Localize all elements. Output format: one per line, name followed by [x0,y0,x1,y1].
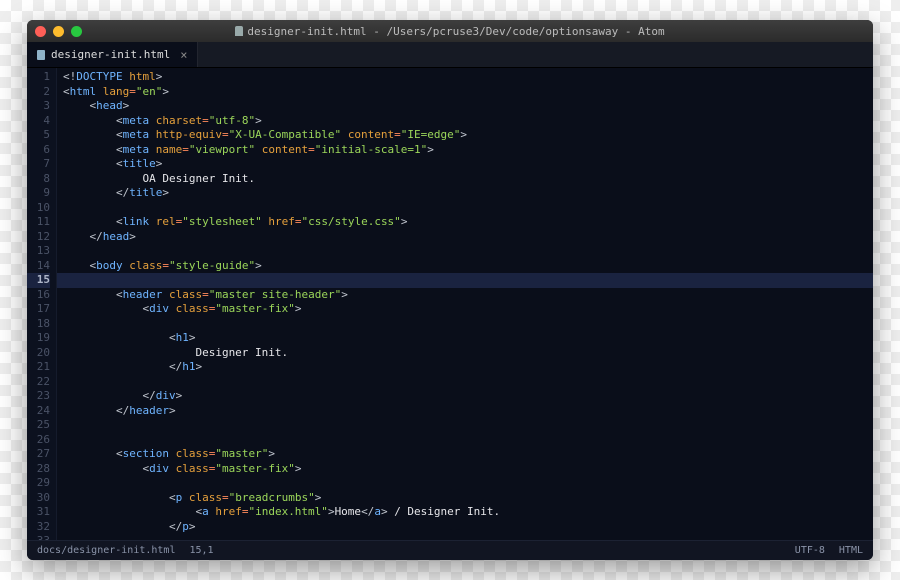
code-line[interactable]: </div> [63,389,873,404]
status-bar: docs/designer-init.html 15,1 UTF-8 HTML [27,540,873,560]
editor-area[interactable]: 1234567891011121314151617181920212223242… [27,68,873,540]
code-line[interactable] [63,201,873,216]
code-line[interactable]: </h1> [63,360,873,375]
line-number[interactable]: 18 [27,317,50,332]
close-tab-icon[interactable]: × [180,48,187,62]
code-line[interactable] [63,418,873,433]
code-line[interactable] [63,317,873,332]
titlebar[interactable]: designer-init.html - /Users/pcruse3/Dev/… [27,20,873,42]
code-line[interactable] [63,476,873,491]
line-number[interactable]: 22 [27,375,50,390]
line-number[interactable]: 7 [27,157,50,172]
code-line[interactable]: OA Designer Init. [63,172,873,187]
status-cursor-pos[interactable]: 15,1 [189,545,213,556]
editor-window: designer-init.html - /Users/pcruse3/Dev/… [27,20,873,560]
line-number[interactable]: 25 [27,418,50,433]
line-number[interactable]: 21 [27,360,50,375]
line-number[interactable]: 13 [27,244,50,259]
code-line[interactable]: <div class="master-fix"> [63,302,873,317]
line-number[interactable]: 32 [27,520,50,535]
code-line[interactable] [63,244,873,259]
code-line[interactable]: <section class="master"> [63,447,873,462]
line-number[interactable]: 14 [27,259,50,274]
line-number[interactable]: 10 [27,201,50,216]
code-content[interactable]: <!DOCTYPE html><html lang="en"> <head> <… [57,68,873,540]
code-line[interactable]: <html lang="en"> [63,85,873,100]
line-number[interactable]: 1 [27,70,50,85]
status-encoding[interactable]: UTF-8 [795,545,825,556]
line-number[interactable]: 20 [27,346,50,361]
line-number[interactable]: 19 [27,331,50,346]
code-line[interactable]: <meta charset="utf-8"> [63,114,873,129]
code-line[interactable]: Designer Init. [63,346,873,361]
line-number[interactable]: 3 [27,99,50,114]
line-number[interactable]: 17 [27,302,50,317]
code-line[interactable]: <meta http-equiv="X-UA-Compatible" conte… [63,128,873,143]
status-language[interactable]: HTML [839,545,863,556]
code-line[interactable]: <h1> [63,331,873,346]
code-line[interactable]: <link rel="stylesheet" href="css/style.c… [63,215,873,230]
line-number[interactable]: 11 [27,215,50,230]
code-line[interactable]: <title> [63,157,873,172]
code-line[interactable]: <!DOCTYPE html> [63,70,873,85]
line-number[interactable]: 8 [27,172,50,187]
code-line[interactable] [63,375,873,390]
code-line[interactable]: </header> [63,404,873,419]
line-number[interactable]: 28 [27,462,50,477]
line-number[interactable]: 31 [27,505,50,520]
window-title: designer-init.html - /Users/pcruse3/Dev/… [27,25,873,38]
code-line[interactable] [63,433,873,448]
tab-designer-init[interactable]: designer-init.html × [27,42,198,67]
status-file-path[interactable]: docs/designer-init.html [37,545,175,556]
file-icon [37,50,45,60]
line-number[interactable]: 30 [27,491,50,506]
code-line[interactable] [63,534,873,540]
code-line[interactable]: <body class="style-guide"> [63,259,873,274]
code-line[interactable]: <meta name="viewport" content="initial-s… [63,143,873,158]
code-line[interactable]: <a href="index.html">Home</a> / Designer… [63,505,873,520]
line-number[interactable]: 24 [27,404,50,419]
code-line[interactable]: <head> [63,99,873,114]
line-number[interactable]: 9 [27,186,50,201]
line-number[interactable]: 6 [27,143,50,158]
code-line[interactable]: </head> [63,230,873,245]
code-line[interactable]: <header class="master site-header"> [63,288,873,303]
line-number[interactable]: 12 [27,230,50,245]
line-number[interactable]: 29 [27,476,50,491]
code-line[interactable]: </p> [63,520,873,535]
line-number[interactable]: 27 [27,447,50,462]
line-number[interactable]: 16 [27,288,50,303]
line-number[interactable]: 26 [27,433,50,448]
line-number[interactable]: 23 [27,389,50,404]
code-line[interactable]: <div class="master-fix"> [63,462,873,477]
code-line[interactable]: </title> [63,186,873,201]
line-gutter[interactable]: 1234567891011121314151617181920212223242… [27,68,57,540]
current-line-highlight [57,273,873,288]
line-number[interactable]: 5 [27,128,50,143]
code-line[interactable]: <p class="breadcrumbs"> [63,491,873,506]
tab-bar[interactable]: designer-init.html × [27,42,873,68]
line-number[interactable]: 2 [27,85,50,100]
line-number[interactable]: 4 [27,114,50,129]
line-number[interactable]: 15 [27,273,50,288]
tab-label: designer-init.html [51,48,170,61]
file-icon [235,26,243,36]
